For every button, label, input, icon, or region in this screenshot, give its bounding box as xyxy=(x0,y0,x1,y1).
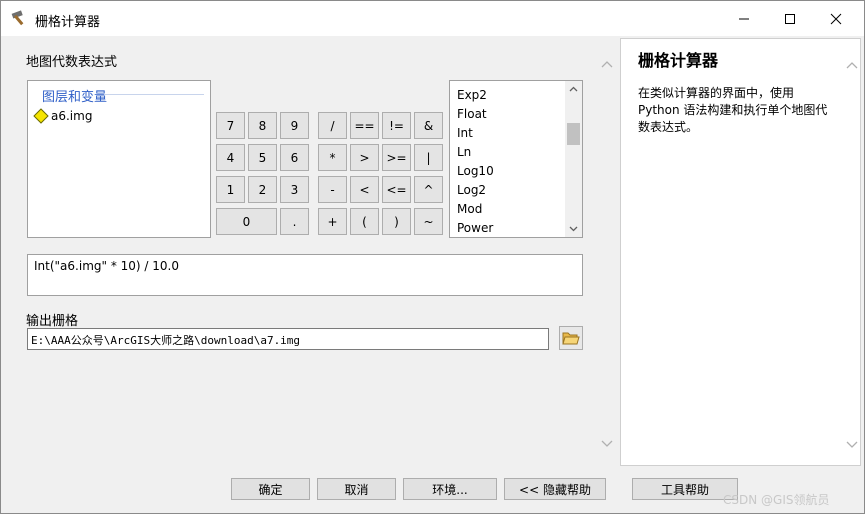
cancel-button[interactable]: 取消 xyxy=(317,478,396,500)
calc-button-xor[interactable]: ^ xyxy=(414,176,443,203)
calc-button-2[interactable]: 2 xyxy=(248,176,277,203)
function-item[interactable]: Power xyxy=(457,221,493,235)
calc-button-open-paren[interactable]: ( xyxy=(350,208,379,235)
hammer-icon xyxy=(11,10,24,26)
scroll-up-icon[interactable] xyxy=(845,59,859,71)
scroll-down-icon[interactable] xyxy=(568,224,579,234)
calc-button-1[interactable]: 1 xyxy=(216,176,245,203)
watermark: CSDN @GIS领航员 xyxy=(723,493,830,507)
calc-button-divide[interactable]: / xyxy=(318,112,347,139)
raster-diamond-icon xyxy=(33,108,49,124)
calc-button-0[interactable]: 0 xyxy=(216,208,277,235)
map-algebra-label: 地图代数表达式 xyxy=(26,55,118,70)
title-bar: 栅格计算器 xyxy=(1,1,864,36)
layers-header: 图层和变量 xyxy=(42,90,108,105)
function-item[interactable]: Log2 xyxy=(457,183,486,197)
environments-button[interactable]: 环境... xyxy=(403,478,497,500)
function-item[interactable]: Exp2 xyxy=(457,88,487,102)
header-divider xyxy=(104,94,204,95)
function-item[interactable]: Int xyxy=(457,126,473,140)
help-panel: 栅格计算器 在类似计算器的界面中，使用 Python 语法构建和执行单个地图代数… xyxy=(620,38,861,466)
calc-button-and[interactable]: & xyxy=(414,112,443,139)
function-item[interactable]: Mod xyxy=(457,202,482,216)
calc-button-9[interactable]: 9 xyxy=(280,112,309,139)
raster-calculator-window: 栅格计算器 地图代数表达式 图层和变量 a6.img 7 8 9 / == !=… xyxy=(0,0,865,514)
scroll-down-icon[interactable] xyxy=(845,439,859,451)
layer-label: a6.img xyxy=(51,109,93,123)
calc-button-less-equal[interactable]: <= xyxy=(382,176,411,203)
list-item-a6[interactable]: a6.img xyxy=(33,108,92,124)
scroll-thumb[interactable] xyxy=(567,123,580,145)
layers-and-variables-list[interactable]: 图层和变量 a6.img xyxy=(27,80,211,238)
calc-button-multiply[interactable]: * xyxy=(318,144,347,171)
calc-button-or[interactable]: | xyxy=(414,144,443,171)
function-item[interactable]: Ln xyxy=(457,145,471,159)
folder-icon xyxy=(562,332,580,345)
calc-button-plus[interactable]: + xyxy=(318,208,347,235)
calc-button-dot[interactable]: . xyxy=(280,208,309,235)
help-title: 栅格计算器 xyxy=(638,51,719,70)
calc-button-7[interactable]: 7 xyxy=(216,112,245,139)
function-item[interactable]: Log10 xyxy=(457,164,494,178)
close-icon xyxy=(830,13,842,24)
function-item[interactable]: Float xyxy=(457,107,487,121)
maximize-icon xyxy=(785,13,795,24)
scroll-up-icon[interactable] xyxy=(600,58,614,70)
calc-button-8[interactable]: 8 xyxy=(248,112,277,139)
calc-button-not[interactable]: ~ xyxy=(414,208,443,235)
calc-button-greater-equal[interactable]: >= xyxy=(382,144,411,171)
minimize-icon xyxy=(739,18,749,19)
calc-button-equal[interactable]: == xyxy=(350,112,379,139)
output-raster-field[interactable]: E:\AAA公众号\ArcGIS大师之路\download\a7.img xyxy=(27,328,549,350)
calc-button-3[interactable]: 3 xyxy=(280,176,309,203)
window-title: 栅格计算器 xyxy=(35,15,101,30)
help-scrollbar[interactable] xyxy=(843,43,860,463)
calc-button-minus[interactable]: - xyxy=(318,176,347,203)
calc-button-5[interactable]: 5 xyxy=(248,144,277,171)
calc-button-4[interactable]: 4 xyxy=(216,144,245,171)
calc-button-6[interactable]: 6 xyxy=(280,144,309,171)
tool-parameters-panel: 地图代数表达式 图层和变量 a6.img 7 8 9 / == != & 4 5… xyxy=(5,38,617,466)
calc-button-greater[interactable]: > xyxy=(350,144,379,171)
help-description: 在类似计算器的界面中，使用 Python 语法构建和执行单个地图代数表达式。 xyxy=(638,86,828,134)
panel-scrollbar[interactable] xyxy=(597,42,617,462)
output-raster-label: 输出栅格 xyxy=(26,314,79,329)
minimize-button[interactable] xyxy=(721,1,767,36)
calc-button-close-paren[interactable]: ) xyxy=(382,208,411,235)
ok-button[interactable]: 确定 xyxy=(231,478,310,500)
scroll-down-icon[interactable] xyxy=(600,438,614,450)
expression-input[interactable]: Int("a6.img" * 10) / 10.0 xyxy=(27,254,583,296)
functions-list[interactable]: Exp2 Float Int Ln Log10 Log2 Mod Power xyxy=(449,80,583,238)
close-button[interactable] xyxy=(813,1,859,36)
calc-button-less[interactable]: < xyxy=(350,176,379,203)
calc-button-not-equal[interactable]: != xyxy=(382,112,411,139)
browse-button[interactable] xyxy=(559,326,583,350)
scroll-up-icon[interactable] xyxy=(568,84,579,94)
maximize-button[interactable] xyxy=(767,1,813,36)
hide-help-button[interactable]: << 隐藏帮助 xyxy=(504,478,606,500)
functions-scrollbar[interactable] xyxy=(565,81,582,237)
